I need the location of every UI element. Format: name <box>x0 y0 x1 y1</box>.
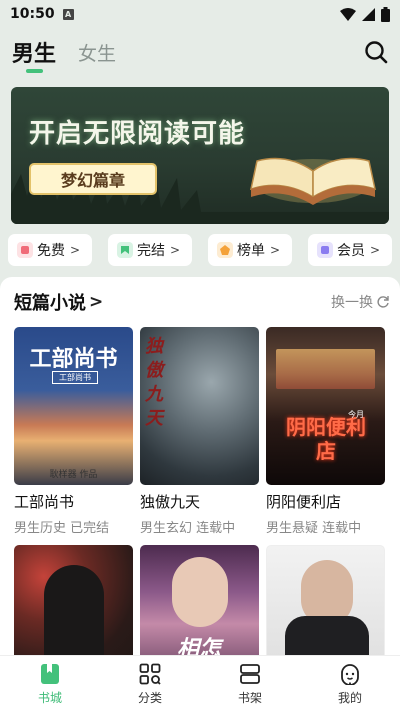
shop-window-glow <box>276 349 375 389</box>
book-meta: 男生历史 已完结 <box>14 521 110 536</box>
book-meta: 男生悬疑 连载中 <box>266 521 362 536</box>
tab-female[interactable]: 女生 <box>78 36 116 66</box>
cover-title-text: 阴阳便利店 <box>286 415 366 463</box>
short-story-section: 短篇小说 > 换一换 工部尚书 工部尚书 耿样器 作品 工部尚书 男生历史 已完… <box>0 277 400 703</box>
refresh-label: 换一换 <box>331 295 373 311</box>
quick-nav-vip[interactable]: 会员 > <box>308 234 392 266</box>
finished-icon <box>117 242 133 258</box>
quick-nav-label: 完结 <box>137 243 165 259</box>
chevron-right-icon[interactable]: > <box>89 292 103 312</box>
quick-nav-label: 会员 <box>337 243 365 259</box>
notification-icon: A <box>62 8 74 20</box>
cover-title-text: 独傲九天 <box>145 336 163 429</box>
tab-bookshelf[interactable]: 书架 <box>220 656 280 706</box>
book-cover: 独傲九天 <box>140 327 259 485</box>
banner-title: 开启无限阅读可能 <box>29 119 246 149</box>
battery-icon <box>381 6 390 22</box>
section-title[interactable]: 短篇小说 <box>14 289 86 315</box>
category-icon <box>139 663 161 685</box>
cover-subtitle-text: 工部尚书 <box>52 371 98 384</box>
cover-title-text: 工部尚书 <box>29 347 118 372</box>
ranking-icon <box>217 242 233 258</box>
tab-male[interactable]: 男生 <box>12 36 57 73</box>
chevron-right-icon: > <box>370 243 381 257</box>
tab-category-label: 分类 <box>137 691 162 705</box>
banner-tag: 梦幻篇章 <box>29 163 157 195</box>
chevron-right-icon: > <box>170 243 181 257</box>
cover-author-text: 耿样器 作品 <box>49 470 98 480</box>
bookstore-icon <box>41 664 59 684</box>
quick-nav-label: 榜单 <box>237 243 265 259</box>
tab-profile-label: 我的 <box>337 691 362 705</box>
book-card[interactable]: 阴阳便利店 今月 阴阳便利店 男生悬疑 连载中 <box>266 327 385 536</box>
tab-bookstore[interactable]: 书城 <box>20 656 80 706</box>
active-tab-indicator <box>26 69 43 73</box>
vip-icon <box>317 242 333 258</box>
tab-female-label: 女生 <box>78 43 117 65</box>
book-card[interactable]: 独傲九天 独傲九天 男生玄幻 连载中 <box>140 327 259 536</box>
tab-bookshelf-label: 书架 <box>237 691 262 705</box>
book-card[interactable]: 工部尚书 工部尚书 耿样器 作品 工部尚书 男生历史 已完结 <box>14 327 133 536</box>
cover-author-text: 今月 <box>348 410 364 419</box>
header: 男生 女生 <box>0 36 400 78</box>
refresh-button[interactable]: 换一换 <box>331 292 390 312</box>
tab-category[interactable]: 分类 <box>120 656 180 706</box>
wifi-icon <box>340 7 356 21</box>
status-bar: 10:50 A <box>0 0 400 28</box>
book-title: 阴阳便利店 <box>266 493 342 511</box>
signal-icon <box>362 7 375 21</box>
status-time: 10:50 <box>10 6 55 22</box>
tab-male-label: 男生 <box>12 42 57 67</box>
book-cover: 阴阳便利店 今月 <box>266 327 385 485</box>
chevron-right-icon: > <box>70 243 81 257</box>
quick-nav-ranking[interactable]: 榜单 > <box>208 234 292 266</box>
chevron-right-icon: > <box>270 243 281 257</box>
quick-nav-finished[interactable]: 完结 > <box>108 234 192 266</box>
book-title: 独傲九天 <box>140 493 201 511</box>
book-cover: 工部尚书 工部尚书 耿样器 作品 <box>14 327 133 485</box>
section-header: 短篇小说 > 换一换 <box>14 290 390 314</box>
profile-icon <box>341 664 359 685</box>
tab-profile[interactable]: 我的 <box>320 656 380 706</box>
refresh-icon <box>377 296 389 308</box>
open-book-illustration <box>249 157 377 205</box>
quick-nav: 免费 > 完结 > 榜单 > 会员 > <box>8 234 392 266</box>
bottom-tab-bar: 书城 分类 书架 我的 <box>0 655 400 711</box>
bookshelf-icon <box>240 664 260 684</box>
promo-banner[interactable]: 开启无限阅读可能 梦幻篇章 <box>11 87 389 224</box>
character-portrait <box>172 557 228 627</box>
book-title: 工部尚书 <box>14 493 75 511</box>
quick-nav-label: 免费 <box>37 243 65 259</box>
search-icon <box>365 41 388 64</box>
book-meta: 男生玄幻 连载中 <box>140 521 236 536</box>
quick-nav-free[interactable]: 免费 > <box>8 234 92 266</box>
tab-bookstore-label: 书城 <box>37 691 62 705</box>
search-button[interactable] <box>364 40 388 68</box>
free-icon <box>17 242 33 258</box>
